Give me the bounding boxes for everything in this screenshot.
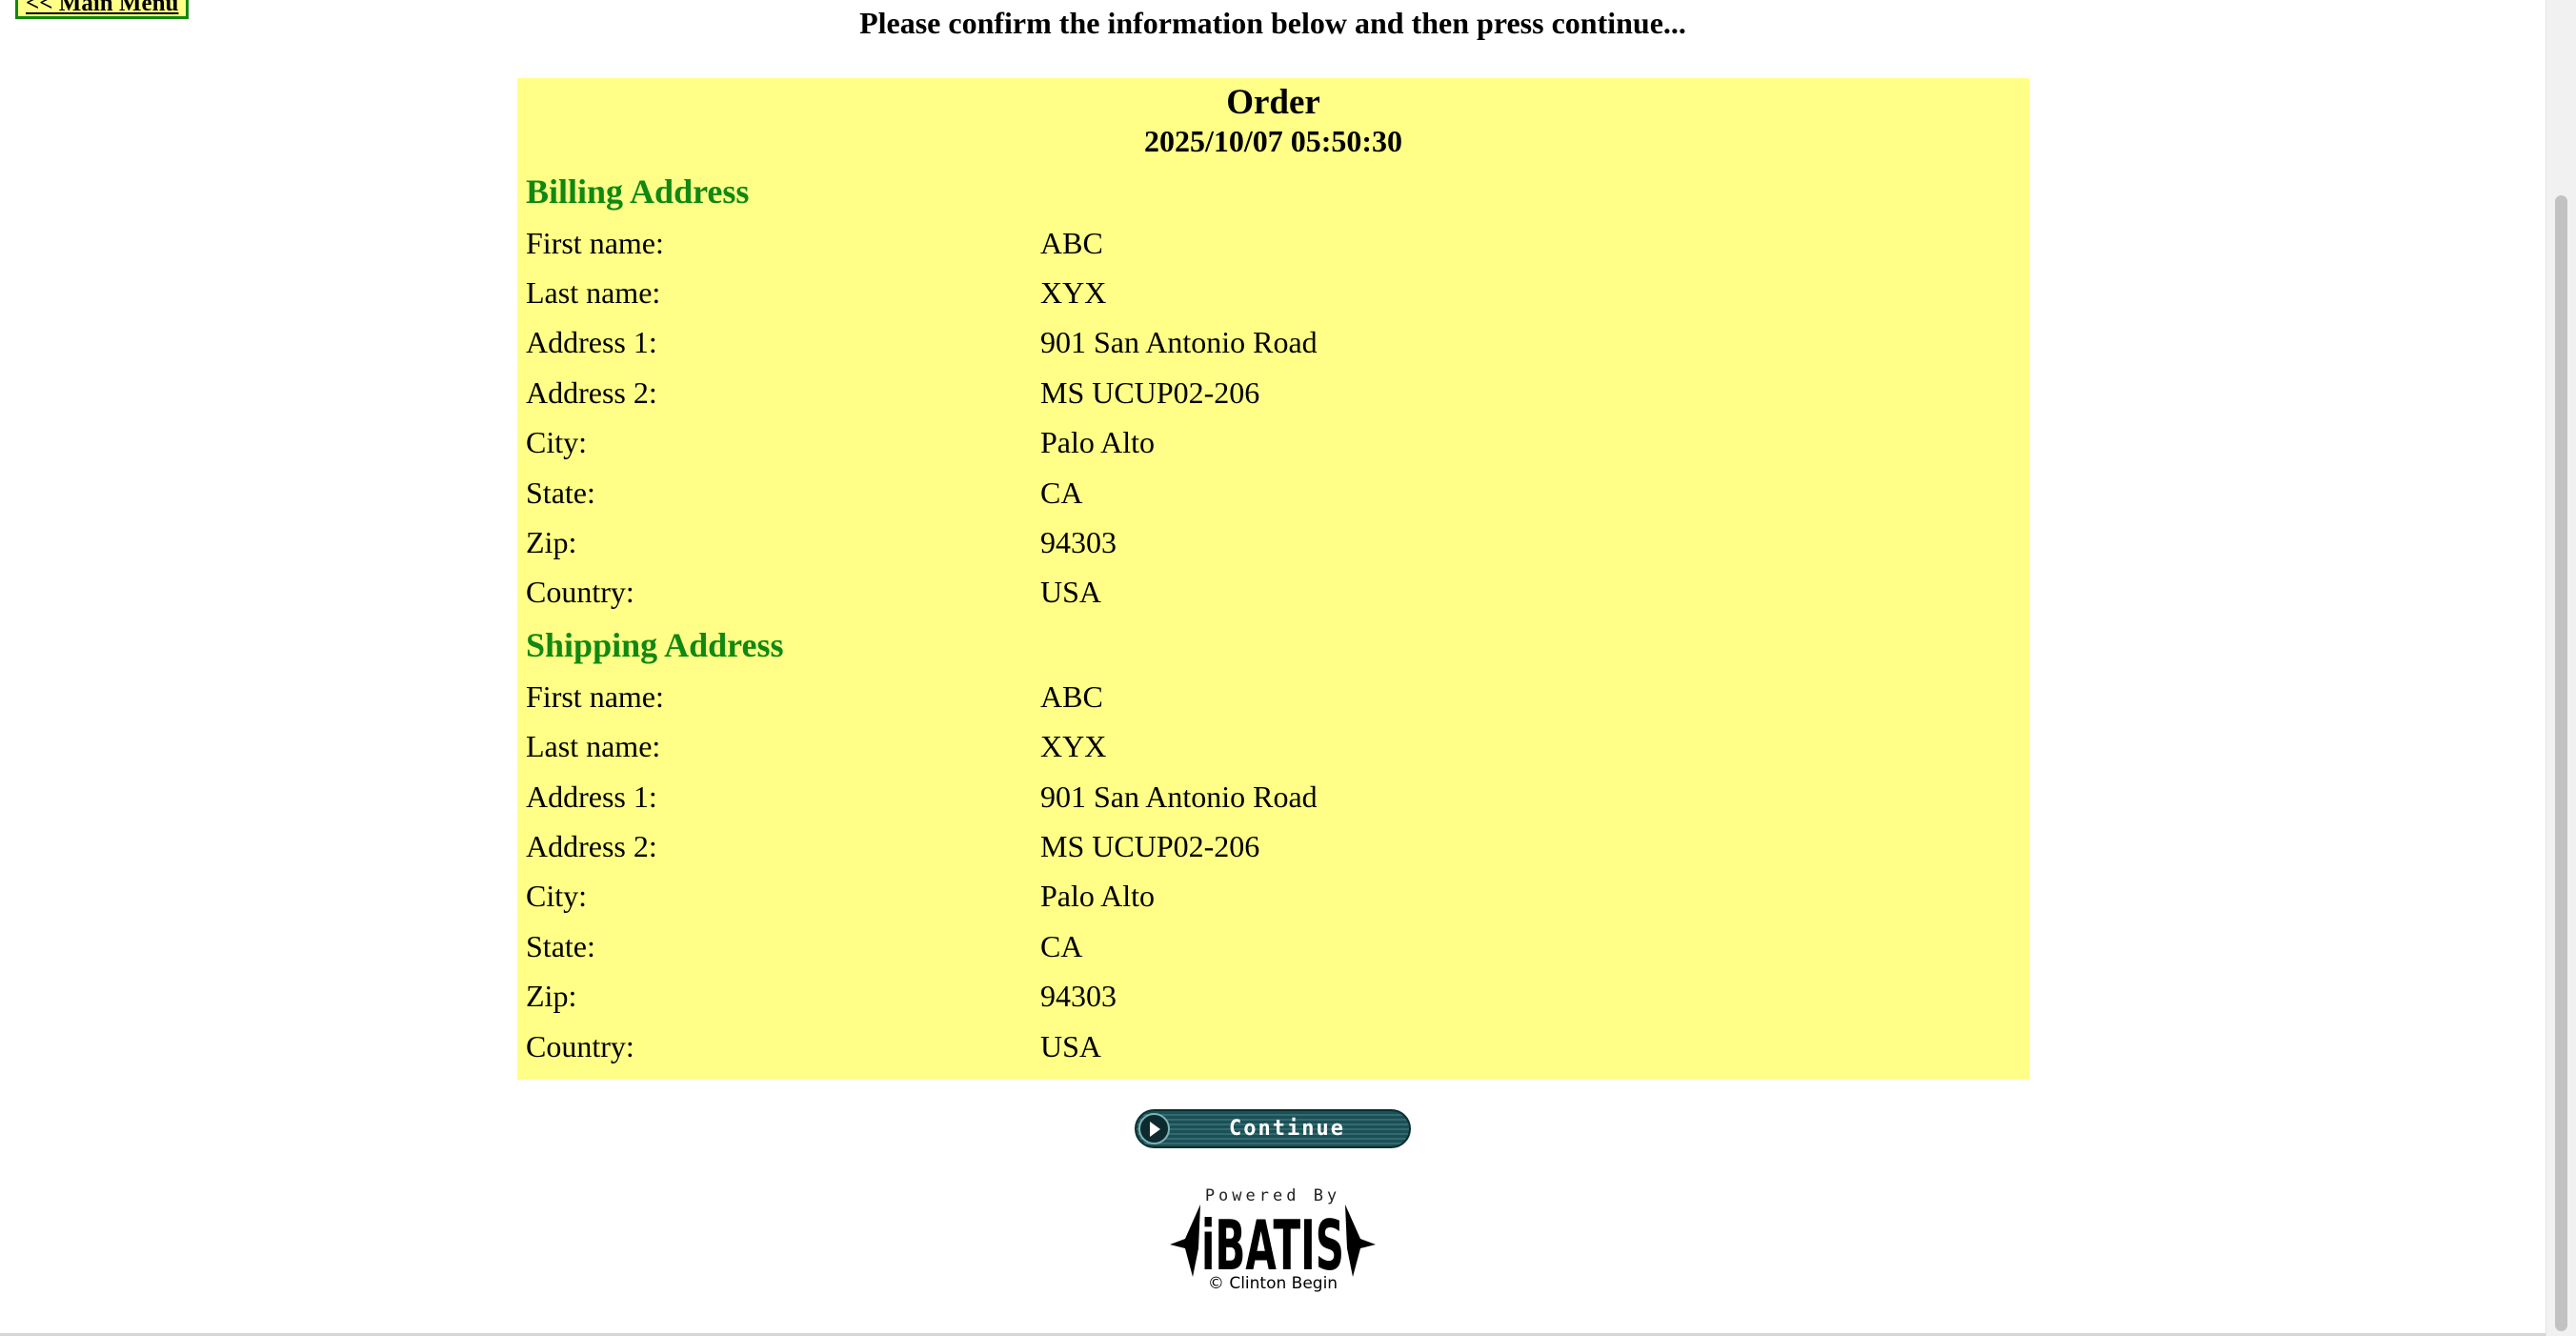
field-value: CA [1040,929,1083,963]
order-panel: Order 2025/10/07 05:50:30 Billing Addres… [517,78,2029,1080]
field-value: 901 San Antonio Road [1040,779,1318,814]
field-value: Palo Alto [1040,879,1156,913]
logo-right-bracket [1345,1204,1376,1277]
field-value: USA [1040,575,1102,609]
field-value: Palo Alto [1040,425,1156,459]
field-label: Zip: [526,525,577,559]
field-label: First name: [526,226,664,260]
field-value: ABC [1040,226,1103,260]
field-label: First name: [526,679,664,714]
field-label: Last name: [526,729,661,763]
field-value: 94303 [1040,525,1117,559]
field-label: Last name: [526,275,661,310]
field-label: State: [526,929,595,963]
field-label: Address 1: [526,325,657,359]
confirmation-prompt: Please confirm the information below and… [859,6,1686,40]
continue-button[interactable]: Continue [1135,1109,1411,1148]
billing-address-heading: Billing Address [526,172,750,211]
field-value: XYX [1040,729,1107,763]
field-value: XYX [1040,275,1107,310]
play-arrow-icon [1138,1113,1170,1144]
field-value: ABC [1040,679,1103,714]
field-label: City: [526,879,588,913]
field-value: USA [1040,1029,1102,1063]
scrollbar-thumb[interactable] [2555,195,2567,1331]
field-label: Country: [526,1029,634,1063]
order-title: Order [1226,83,1320,122]
ibatis-logo: iBATIS [1170,1204,1376,1279]
field-label: State: [526,476,595,510]
field-value: CA [1040,476,1083,510]
field-label: Address 1: [526,779,657,814]
field-value: 94303 [1040,979,1117,1013]
logo-wordmark: iBATIS [1201,1205,1344,1279]
field-value: MS UCUP02-206 [1040,829,1260,863]
field-label: Address 2: [526,829,657,863]
continue-button-label: Continue [1229,1117,1345,1141]
shipping-address-heading: Shipping Address [526,626,784,664]
vertical-scrollbar[interactable] [2546,0,2576,1336]
field-label: Address 2: [526,375,657,410]
logo-left-bracket [1170,1204,1200,1277]
field-label: City: [526,425,588,459]
copyright-credit: © Clinton Begin [1207,1274,1338,1293]
field-value: MS UCUP02-206 [1040,375,1260,410]
field-value: 901 San Antonio Road [1040,325,1318,359]
field-label: Zip: [526,979,577,1013]
order-datetime: 2025/10/07 05:50:30 [1143,124,1403,158]
field-label: Country: [526,575,634,609]
